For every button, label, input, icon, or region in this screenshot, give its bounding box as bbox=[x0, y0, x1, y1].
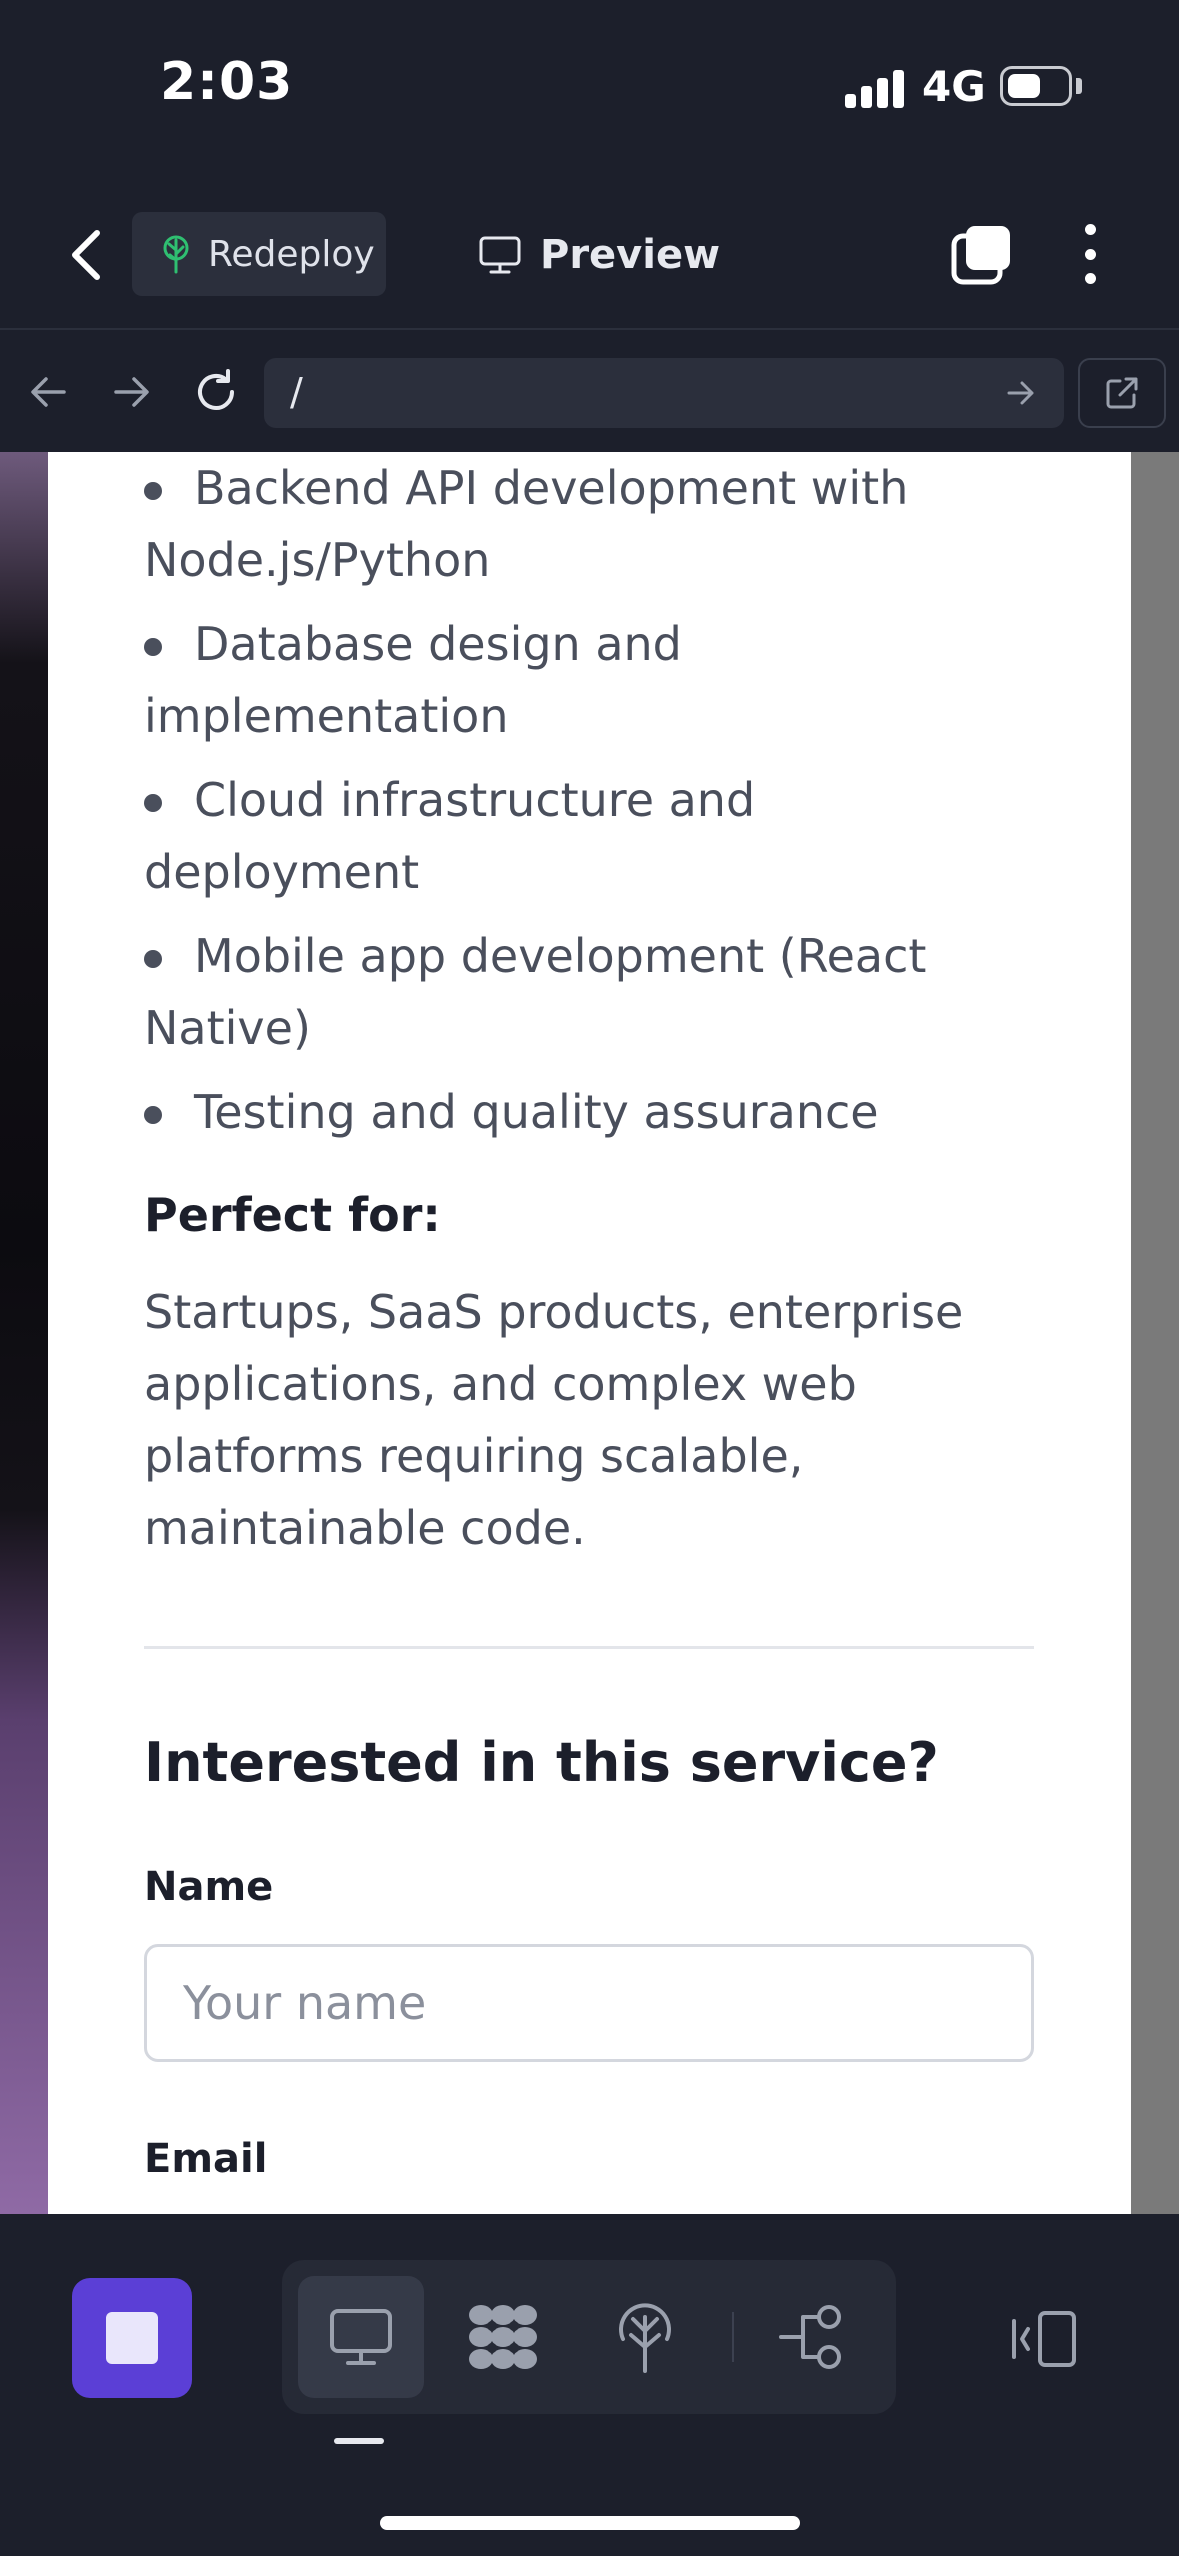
sidebar-toggle-button[interactable] bbox=[1004, 2304, 1084, 2374]
dots-grid-icon bbox=[469, 2305, 537, 2369]
url-text: / bbox=[290, 370, 303, 414]
open-external-button[interactable] bbox=[1078, 358, 1166, 428]
arrow-right-icon bbox=[1007, 381, 1034, 405]
stop-button[interactable] bbox=[72, 2278, 192, 2398]
redeploy-label: Redeploy bbox=[208, 233, 375, 275]
redeploy-button[interactable]: Redeploy bbox=[132, 212, 386, 296]
preview-label: Preview bbox=[540, 232, 721, 278]
bottom-toolbar bbox=[0, 2214, 1179, 2556]
list-item: Mobile app development (React Native) bbox=[144, 920, 1044, 1064]
network-label: 4G bbox=[922, 62, 986, 111]
reload-button[interactable] bbox=[186, 362, 246, 422]
divider bbox=[144, 1646, 1034, 1649]
nav-forward-button[interactable] bbox=[102, 362, 162, 422]
card-content: Backend API development with Node.js/Pyt… bbox=[144, 452, 1044, 2182]
tool-flow-button[interactable] bbox=[750, 2276, 876, 2398]
service-card: Backend API development with Node.js/Pyt… bbox=[48, 452, 1131, 2214]
signal-icon bbox=[845, 68, 905, 108]
top-bar: Redeploy Preview bbox=[0, 180, 1179, 330]
tool-deploy-button[interactable] bbox=[582, 2276, 708, 2398]
tabs-icon bbox=[951, 226, 1010, 285]
nav-back-button[interactable] bbox=[18, 362, 78, 422]
list-item: Database design and implementation bbox=[144, 608, 1044, 752]
status-time: 2:03 bbox=[160, 52, 294, 112]
list-item: Testing and quality assurance bbox=[144, 1076, 1044, 1148]
tool-workflows-button[interactable] bbox=[440, 2276, 566, 2398]
stop-icon bbox=[106, 2312, 158, 2364]
flow-icon bbox=[779, 2305, 841, 2369]
list-item: Backend API development with Node.js/Pyt… bbox=[144, 452, 1044, 596]
chevron-left-icon bbox=[72, 230, 100, 280]
active-tab-indicator bbox=[334, 2438, 384, 2444]
email-label: Email bbox=[144, 2136, 268, 2182]
url-go-button[interactable] bbox=[996, 368, 1046, 418]
tabs-button[interactable] bbox=[950, 222, 1014, 286]
url-input[interactable]: / bbox=[264, 358, 1064, 428]
more-menu-button[interactable] bbox=[1070, 216, 1110, 292]
more-dot bbox=[1084, 273, 1096, 284]
tool-preview-button[interactable] bbox=[298, 2276, 424, 2398]
preview-frame[interactable]: Backend API development with Node.js/Pyt… bbox=[0, 452, 1179, 2214]
battery-icon bbox=[1000, 66, 1072, 106]
name-label: Name bbox=[144, 1864, 274, 1910]
perfect-for-heading: Perfect for: bbox=[144, 1188, 441, 1242]
url-bar: / bbox=[0, 332, 1179, 452]
more-dot bbox=[1084, 224, 1096, 235]
external-link-icon bbox=[1106, 377, 1138, 409]
status-bar: 2:03 4G bbox=[0, 0, 1179, 180]
deploy-icon bbox=[619, 2303, 671, 2373]
back-button[interactable] bbox=[56, 220, 116, 290]
tool-group bbox=[282, 2260, 896, 2414]
monitor-icon bbox=[479, 236, 521, 274]
tree-icon bbox=[163, 235, 189, 274]
arrow-left-icon bbox=[31, 377, 66, 407]
list-item: Cloud infrastructure and deployment bbox=[144, 764, 1044, 908]
battery-tip bbox=[1076, 78, 1082, 94]
feature-list: Backend API development with Node.js/Pyt… bbox=[144, 452, 1044, 1148]
frame-backdrop bbox=[0, 452, 48, 2214]
preview-tab[interactable]: Preview bbox=[478, 220, 720, 290]
perfect-for-text: Startups, SaaS products, enterprise appl… bbox=[144, 1285, 964, 1555]
arrow-right-icon bbox=[114, 377, 149, 407]
reload-icon bbox=[198, 369, 234, 410]
monitor-icon bbox=[330, 2309, 392, 2365]
name-input[interactable] bbox=[144, 1944, 1034, 2062]
sidebar-toggle-icon bbox=[1012, 2311, 1076, 2367]
home-indicator bbox=[380, 2516, 800, 2530]
form-heading: Interested in this service? bbox=[144, 1731, 939, 1794]
tool-separator bbox=[732, 2312, 734, 2362]
more-dot bbox=[1084, 248, 1096, 260]
